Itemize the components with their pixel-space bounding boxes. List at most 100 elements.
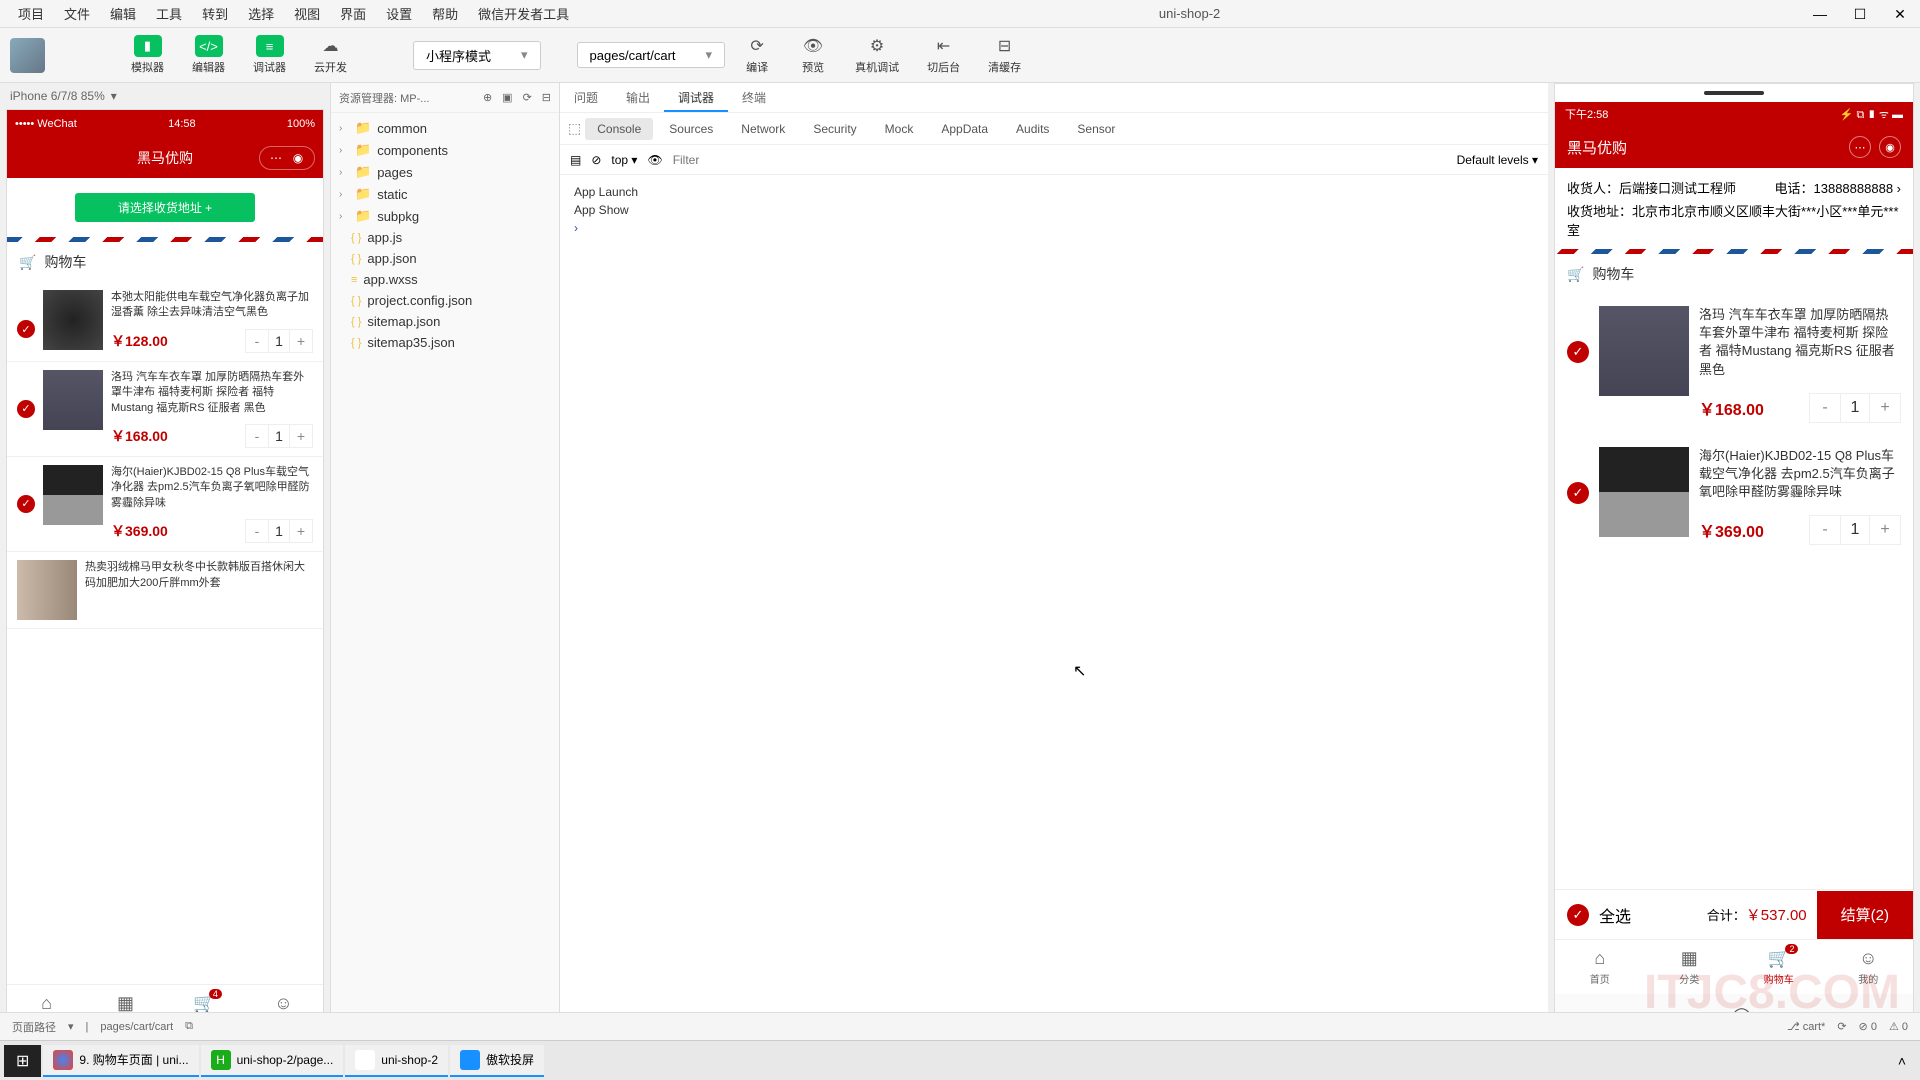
menu-interface[interactable]: 界面	[330, 0, 376, 27]
compile-button[interactable]: ⟳编译	[733, 33, 781, 77]
sync-icon[interactable]: ⟳	[1837, 1020, 1846, 1033]
item-checkbox[interactable]: ✓	[17, 320, 35, 338]
new-folder-icon[interactable]: ▣	[502, 91, 512, 104]
minus-button[interactable]: -	[246, 330, 268, 352]
background-button[interactable]: ⇤切后台	[917, 33, 970, 77]
folder-pages[interactable]: ›📁pages	[331, 161, 559, 183]
maximize-button[interactable]: ☐	[1840, 0, 1880, 28]
file-sitemap35[interactable]: { }sitemap35.json	[331, 332, 559, 353]
qty-stepper[interactable]: -1+	[1809, 515, 1901, 545]
taskbar-hbuilder[interactable]: Huni-shop-2/page...	[201, 1045, 344, 1077]
minus-button[interactable]: -	[1810, 516, 1840, 544]
plus-button[interactable]: +	[1870, 394, 1900, 422]
target-icon[interactable]: ◉	[1879, 136, 1901, 158]
file-sitemap[interactable]: { }sitemap.json	[331, 311, 559, 332]
warning-count[interactable]: ⚠ 0	[1889, 1020, 1908, 1033]
page-path-label[interactable]: 页面路径	[12, 1019, 56, 1035]
checkout-button[interactable]: 结算(2)	[1817, 891, 1913, 939]
page-dropdown[interactable]: pages/cart/cart	[577, 42, 726, 68]
eye-icon[interactable]: 👁	[647, 153, 662, 167]
debugger-toggle[interactable]: ≡调试器	[243, 33, 296, 77]
menu-goto[interactable]: 转到	[192, 0, 238, 27]
menu-select[interactable]: 选择	[238, 0, 284, 27]
sim-capsule[interactable]: ⋯◉	[259, 146, 315, 170]
preview-button[interactable]: 👁预览	[789, 33, 837, 77]
tab-sensor[interactable]: Sensor	[1065, 118, 1127, 140]
menu-project[interactable]: 项目	[8, 0, 54, 27]
file-app-json[interactable]: { }app.json	[331, 248, 559, 269]
folder-common[interactable]: ›📁common	[331, 117, 559, 139]
collapse-icon[interactable]: ⊟	[542, 91, 551, 104]
tab-profile[interactable]: ☺我的	[1824, 940, 1914, 994]
menu-file[interactable]: 文件	[54, 0, 100, 27]
copy-path-icon[interactable]: ⧉	[185, 1020, 193, 1033]
device-selector[interactable]: iPhone 6/7/8 85%	[0, 83, 330, 109]
cart-item[interactable]: ✓ 海尔(Haier)KJBD02-15 Q8 Plus车载空气净化器 去pm2…	[7, 457, 323, 552]
error-count[interactable]: ⊘ 0	[1859, 1020, 1877, 1033]
tab-console[interactable]: Console	[585, 118, 653, 140]
new-file-icon[interactable]: ⊕	[483, 91, 492, 104]
refresh-icon[interactable]: ⟳	[523, 91, 532, 104]
menu-help[interactable]: 帮助	[422, 0, 468, 27]
menu-view[interactable]: 视图	[284, 0, 330, 27]
tab-appdata[interactable]: AppData	[929, 118, 1000, 140]
remote-debug-button[interactable]: ⚙真机调试	[845, 33, 909, 77]
folder-components[interactable]: ›📁components	[331, 139, 559, 161]
git-branch[interactable]: ⎇ cart*	[1787, 1020, 1825, 1033]
clear-cache-button[interactable]: ⊟清缓存	[978, 33, 1031, 77]
tab-terminal[interactable]: 终端	[728, 83, 780, 112]
filter-input[interactable]	[673, 153, 1447, 167]
menu-wx-devtools[interactable]: 微信开发者工具	[468, 0, 579, 27]
menu-edit[interactable]: 编辑	[100, 0, 146, 27]
more-icon[interactable]: ⋯	[1849, 136, 1871, 158]
item-checkbox[interactable]: ✓	[1567, 341, 1589, 363]
mode-dropdown[interactable]: 小程序模式	[413, 41, 541, 70]
item-checkbox[interactable]: ✓	[17, 495, 35, 513]
inspect-icon[interactable]: ⬚	[568, 120, 581, 137]
qty-stepper[interactable]: -1+	[1809, 393, 1901, 423]
qty-stepper[interactable]: -1+	[245, 519, 313, 543]
cart-item[interactable]: ✓ 洛玛 汽车车衣车罩 加厚防晒隔热车套外罩牛津布 福特麦柯斯 探险者 福特Mu…	[7, 362, 323, 457]
plus-button[interactable]: +	[290, 330, 312, 352]
item-checkbox[interactable]: ✓	[1567, 482, 1589, 504]
taskbar-apowermirror[interactable]: 傲软投屏	[450, 1045, 544, 1077]
file-app-js[interactable]: { }app.js	[331, 227, 559, 248]
minus-button[interactable]: -	[1810, 394, 1840, 422]
tab-cart[interactable]: 🛒2购物车	[1734, 940, 1824, 994]
close-button[interactable]: ✕	[1880, 0, 1920, 28]
tab-debugger[interactable]: 调试器	[664, 83, 728, 112]
qty-stepper[interactable]: -1+	[245, 329, 313, 353]
folder-subpkg[interactable]: ›📁subpkg	[331, 205, 559, 227]
plus-button[interactable]: +	[290, 425, 312, 447]
start-button[interactable]: ⊞	[4, 1045, 41, 1077]
item-checkbox[interactable]: ✓	[17, 400, 35, 418]
clear-console-icon[interactable]: ⊘	[591, 153, 601, 167]
cart-item[interactable]: 热卖羽绒棉马甲女秋冬中长款韩版百搭休闲大码加肥加大200斤胖mm外套	[7, 552, 323, 629]
levels-dropdown[interactable]: Default levels ▾	[1457, 153, 1538, 167]
plus-button[interactable]: +	[290, 520, 312, 542]
qty-stepper[interactable]: -1+	[245, 424, 313, 448]
folder-static[interactable]: ›📁static	[331, 183, 559, 205]
minus-button[interactable]: -	[246, 425, 268, 447]
menu-settings[interactable]: 设置	[376, 0, 422, 27]
tab-network[interactable]: Network	[729, 118, 797, 140]
taskbar-devtools[interactable]: uni-shop-2	[345, 1045, 448, 1077]
tab-output[interactable]: 输出	[612, 83, 664, 112]
minimize-button[interactable]: —	[1800, 0, 1840, 28]
cart-item[interactable]: ✓ 本弛太阳能供电车载空气净化器负离子加湿香薰 除尘去异味清洁空气黑色 ￥128…	[7, 282, 323, 362]
tab-problems[interactable]: 问题	[560, 83, 612, 112]
tab-mock[interactable]: Mock	[873, 118, 926, 140]
address-panel[interactable]: 收货人：后端接口测试工程师 电话：13888888888 › 收货地址：北京市北…	[1555, 168, 1913, 249]
tab-category[interactable]: ▦分类	[1645, 940, 1735, 994]
select-address-button[interactable]: 请选择收货地址 +	[75, 193, 255, 222]
user-avatar[interactable]	[10, 38, 45, 73]
toggle-sidebar-icon[interactable]: ▤	[570, 153, 581, 167]
tab-audits[interactable]: Audits	[1004, 118, 1061, 140]
file-project-config[interactable]: { }project.config.json	[331, 290, 559, 311]
tab-security[interactable]: Security	[801, 118, 868, 140]
select-all-checkbox[interactable]: ✓	[1567, 904, 1589, 926]
menu-tools[interactable]: 工具	[146, 0, 192, 27]
minus-button[interactable]: -	[246, 520, 268, 542]
cart-item[interactable]: ✓ 洛玛 汽车车衣车罩 加厚防晒隔热车套外罩牛津布 福特麦柯斯 探险者 福特Mu…	[1555, 294, 1913, 435]
tab-home[interactable]: ⌂首页	[1555, 940, 1645, 994]
